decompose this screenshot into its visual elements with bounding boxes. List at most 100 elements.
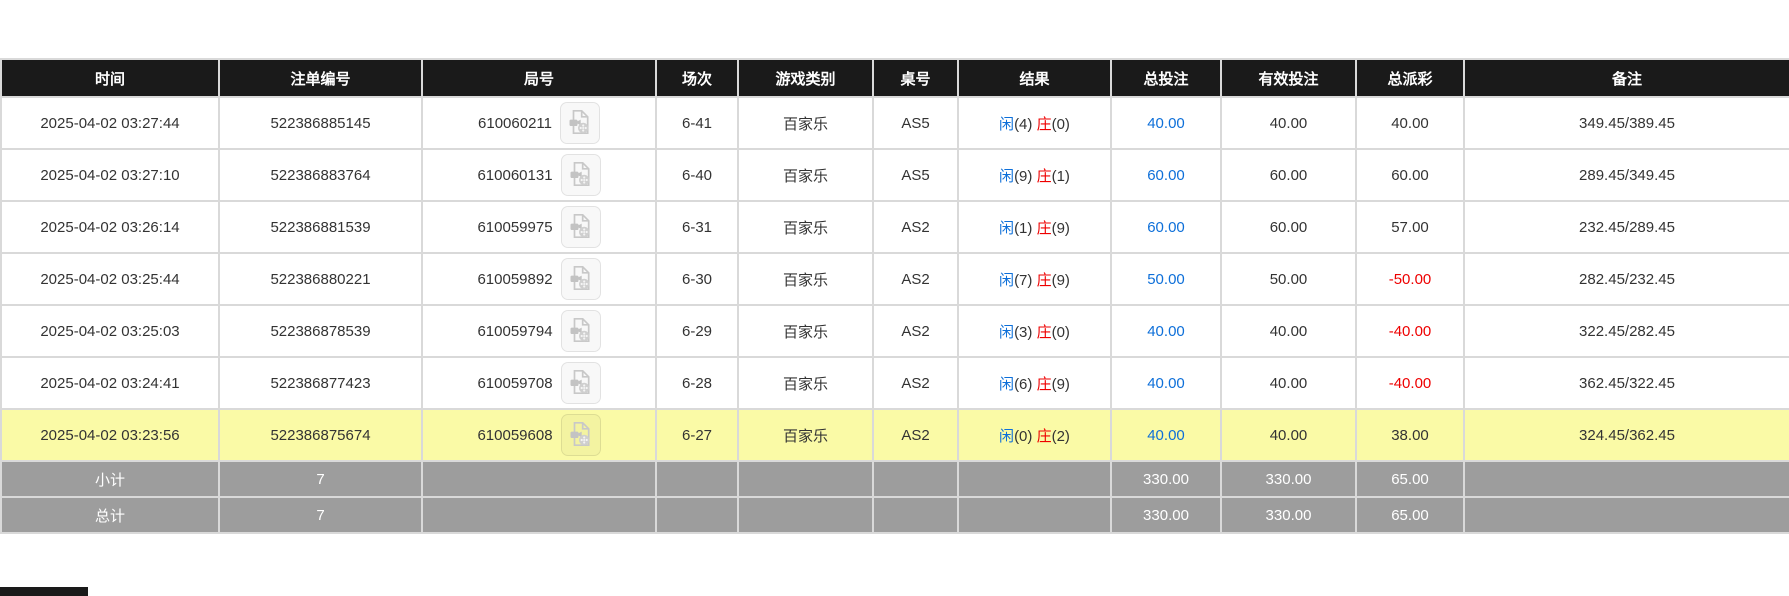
video-replay-button[interactable] [561,154,601,196]
cell-bet-id: 522386875674 [219,409,422,461]
video-replay-button[interactable] [561,206,601,248]
video-file-icon [570,213,592,242]
video-replay-button[interactable] [561,258,601,300]
cell-time: 2025-04-02 03:26:14 [1,201,219,253]
table-row[interactable]: 2025-04-02 03:27:10522386883764610060131… [1,149,1789,201]
result-player-label: 闲 [999,220,1014,237]
result-banker-count: (9) [1052,272,1070,289]
cell-result: 闲(0) 庄(2) [958,409,1111,461]
cell-result: 闲(4) 庄(0) [958,97,1111,149]
table-row[interactable]: 2025-04-02 03:26:14522386881539 610059975… [1,201,1789,253]
table-row[interactable]: 2025-04-02 03:24:41522386877423 610059708… [1,357,1789,409]
cell-session: 6-31 [656,201,738,253]
round-id-value: 610059608 [477,427,552,444]
cell-valid-bet: 50.00 [1221,253,1356,305]
cell-session: 6-40 [656,149,738,201]
cell-game-type: 百家乐 [738,149,873,201]
cell-table-no: AS2 [873,409,958,461]
summary-label: 小计 [1,461,219,497]
cell-total-bet: 40.00 [1111,97,1221,149]
video-replay-button[interactable] [561,310,601,352]
cell-bet-id: 522386881539 [219,201,422,253]
cell-payout: -40.00 [1356,305,1464,357]
total-bet-link[interactable]: 40.00 [1147,115,1185,132]
result-player-count: (3) [1014,324,1032,341]
result-player-count: (1) [1014,220,1032,237]
cell-payout: 40.00 [1356,97,1464,149]
total-bet-link[interactable]: 50.00 [1147,271,1185,288]
round-id-value: 610059708 [477,375,552,392]
cell-bet-id: 522386885145 [219,97,422,149]
result-player-label: 闲 [999,116,1014,133]
video-replay-button[interactable] [561,414,601,456]
cell-time: 2025-04-02 03:25:44 [1,253,219,305]
summary-payout: 65.00 [1356,497,1464,533]
result-banker-label: 庄 [1037,428,1052,445]
total-bet-link[interactable]: 40.00 [1147,323,1185,340]
cell-bet-id: 522386877423 [219,357,422,409]
footer-strip [0,587,88,596]
result-banker-label: 庄 [1037,168,1052,185]
column-header-valid_bet: 有效投注 [1221,59,1356,97]
column-header-time: 时间 [1,59,219,97]
summary-empty-cell-game-type [738,461,873,497]
result-banker-count: (1) [1052,168,1070,185]
cell-valid-bet: 60.00 [1221,201,1356,253]
cell-round-id: 610059608 [422,409,656,461]
video-replay-button[interactable] [561,362,601,404]
cell-table-no: AS2 [873,253,958,305]
result-banker-count: (9) [1052,220,1070,237]
cell-bet-id: 522386883764 [219,149,422,201]
summary-empty-cell-table-no [873,497,958,533]
summary-empty-cell-game-type [738,497,873,533]
total-bet-link[interactable]: 60.00 [1147,219,1185,236]
result-banker-label: 庄 [1037,376,1052,393]
header-row: 时间注单编号局号场次游戏类别桌号结果总投注有效投注总派彩备注 [1,59,1789,97]
cell-round-id: 610059975 [422,201,656,253]
table-row[interactable]: 2025-04-02 03:25:03522386878539610059794… [1,305,1789,357]
summary-total-bet: 330.00 [1111,497,1221,533]
video-file-icon [570,161,592,190]
total-bet-link[interactable]: 60.00 [1147,167,1185,184]
result-player-label: 闲 [999,376,1014,393]
summary-empty-cell-session [656,497,738,533]
summary-remark [1464,497,1789,533]
cell-bet-id: 522386878539 [219,305,422,357]
round-id-group: 610059608 [477,414,600,456]
total-bet-link[interactable]: 40.00 [1147,375,1185,392]
column-header-table_no: 桌号 [873,59,958,97]
result-banker-count: (2) [1052,428,1070,445]
cell-game-type: 百家乐 [738,305,873,357]
summary-label: 总计 [1,497,219,533]
summary-empty-cell-round-id [422,461,656,497]
summary-empty-cell-round-id [422,497,656,533]
cell-total-bet: 40.00 [1111,305,1221,357]
cell-result: 闲(6) 庄(9) [958,357,1111,409]
round-id-value: 610060131 [477,167,552,184]
cell-remark: 349.45/389.45 [1464,97,1789,149]
cell-total-bet: 50.00 [1111,253,1221,305]
cell-round-id: 610059892 [422,253,656,305]
cell-valid-bet: 40.00 [1221,97,1356,149]
cell-round-id: 610059708 [422,357,656,409]
cell-session: 6-27 [656,409,738,461]
video-replay-button[interactable] [560,102,600,144]
cell-payout: 38.00 [1356,409,1464,461]
total-bet-link[interactable]: 40.00 [1147,427,1185,444]
result-player-label: 闲 [999,272,1014,289]
cell-time: 2025-04-02 03:24:41 [1,357,219,409]
betting-history-page: 时间注单编号局号场次游戏类别桌号结果总投注有效投注总派彩备注 2025-04-0… [0,0,1789,596]
table-row[interactable]: 2025-04-02 03:27:44522386885145610060211… [1,97,1789,149]
column-header-remark: 备注 [1464,59,1789,97]
table-row[interactable]: 2025-04-02 03:23:56522386875674610059608… [1,409,1789,461]
result-banker-label: 庄 [1037,324,1052,341]
cell-remark: 362.45/322.45 [1464,357,1789,409]
result-player-count: (9) [1014,168,1032,185]
cell-bet-id: 522386880221 [219,253,422,305]
result-banker-label: 庄 [1037,116,1052,133]
cell-game-type: 百家乐 [738,409,873,461]
cell-valid-bet: 40.00 [1221,409,1356,461]
table-row[interactable]: 2025-04-02 03:25:44522386880221610059892… [1,253,1789,305]
result-player-label: 闲 [999,428,1014,445]
round-id-group: 610059975 [477,206,600,248]
